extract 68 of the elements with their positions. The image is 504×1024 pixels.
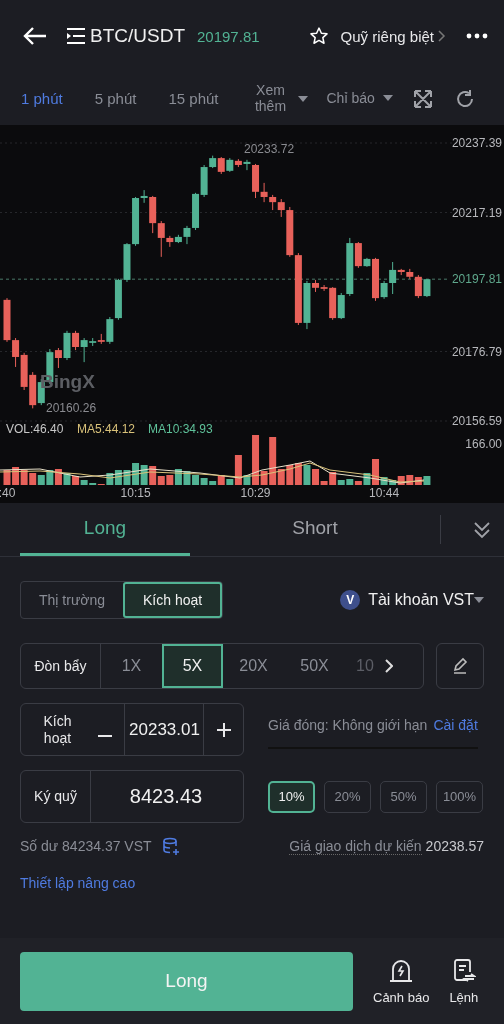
indicator-legend: MA5:44.12 xyxy=(77,422,136,436)
pair-symbol[interactable]: BTC/USDT xyxy=(90,25,185,47)
account-badge: V xyxy=(340,590,361,610)
more-icon[interactable] xyxy=(466,33,488,39)
estimated-price-value: 20238.57 xyxy=(425,838,484,854)
margin-input[interactable]: 8423.43 xyxy=(91,771,241,822)
caret-down-icon xyxy=(382,95,393,102)
timeframe-tab[interactable]: 1 phút xyxy=(21,90,63,107)
trigger-price-field[interactable]: Kích hoạt 20233.01 xyxy=(20,703,244,756)
menu-icon[interactable] xyxy=(66,27,86,45)
chevron-right-icon xyxy=(438,30,446,42)
high-price-label: 20233.72 xyxy=(244,142,295,156)
alarm-bell-icon xyxy=(389,957,414,984)
time-axis-label: 10:15 xyxy=(120,486,151,500)
time-axis-label: 10:44 xyxy=(369,486,400,500)
estimated-price-label[interactable]: Giá giao dịch dự kiến xyxy=(289,837,422,855)
price-axis-label: 20237.39 xyxy=(451,136,502,150)
pencil-icon xyxy=(451,657,469,675)
star-icon[interactable] xyxy=(308,26,329,46)
trigger-label: Kích hoạt xyxy=(42,711,73,748)
edit-button[interactable] xyxy=(436,643,484,689)
last-price: 20197.81 xyxy=(197,27,260,45)
leverage-option[interactable]: 20X xyxy=(223,644,284,688)
database-add-icon[interactable] xyxy=(161,837,180,855)
time-axis-label: 10:29 xyxy=(240,486,271,500)
low-price-label: 20160.26 xyxy=(46,401,97,415)
leverage-option[interactable]: 5X xyxy=(162,644,223,688)
more-timeframes-label: Xem thêm xyxy=(253,83,288,114)
indicator-legend: VOL:46.40 xyxy=(6,422,64,436)
volume-axis-label: 166.00 xyxy=(465,437,502,451)
leverage-option[interactable]: 50X xyxy=(284,644,345,688)
advanced-settings-link[interactable]: Thiết lập nâng cao xyxy=(20,875,136,891)
order-type-tab[interactable]: Thị trường xyxy=(21,582,123,618)
price-axis-label: 20217.19 xyxy=(451,205,502,220)
indicators-dropdown[interactable]: Chỉ báo xyxy=(326,90,393,107)
time-axis-label: :40 xyxy=(0,486,16,500)
side-tab[interactable]: Short xyxy=(190,503,440,556)
trigger-price-input[interactable]: 20233.01 xyxy=(125,704,204,755)
caret-down-icon xyxy=(474,597,484,603)
current-price-label: 20197.81 xyxy=(451,272,502,287)
caret-down-icon xyxy=(298,95,309,102)
settings-link[interactable]: Cài đặt xyxy=(433,716,478,733)
margin-field[interactable]: Ký quỹ 8423.43 xyxy=(20,770,244,823)
close-price-text: Giá đóng: Không giới hạn xyxy=(268,716,428,733)
indicator-legend: MA10:34.93 xyxy=(148,422,213,436)
balance-text: Số dư 84234.37 VST xyxy=(20,838,152,854)
margin-mode-button[interactable]: Quỹ riêng biệt xyxy=(340,27,446,45)
document-swap-icon xyxy=(451,957,476,984)
timeframe-tab[interactable]: 15 phút xyxy=(168,90,219,107)
percent-option[interactable]: 50% xyxy=(380,780,427,813)
order-type-tab[interactable]: Kích hoạt xyxy=(123,582,223,618)
margin-label: Ký quỹ xyxy=(21,771,91,822)
account-selector[interactable]: V Tài khoản VST xyxy=(340,590,484,610)
side-tab[interactable]: Long xyxy=(20,503,190,556)
price-axis-label: 20156.59 xyxy=(451,414,502,428)
leverage-label: Đòn bẩy xyxy=(21,644,101,688)
leverage-option[interactable]: 1X xyxy=(101,644,162,688)
more-timeframes-dropdown[interactable]: Xem thêm xyxy=(250,83,309,114)
alert-button[interactable]: Cảnh báo xyxy=(373,957,430,1005)
percent-option[interactable]: 20% xyxy=(324,780,371,813)
timeframe-tab[interactable]: 5 phút xyxy=(94,90,137,107)
percent-option[interactable]: 100% xyxy=(436,780,483,813)
refresh-icon[interactable] xyxy=(454,88,475,109)
price-axis-label: 20176.79 xyxy=(451,344,502,359)
orders-button[interactable]: Lệnh xyxy=(449,957,479,1005)
back-button[interactable] xyxy=(22,26,48,46)
fullscreen-icon[interactable] xyxy=(412,88,433,109)
percent-option[interactable]: 10% xyxy=(268,780,315,813)
